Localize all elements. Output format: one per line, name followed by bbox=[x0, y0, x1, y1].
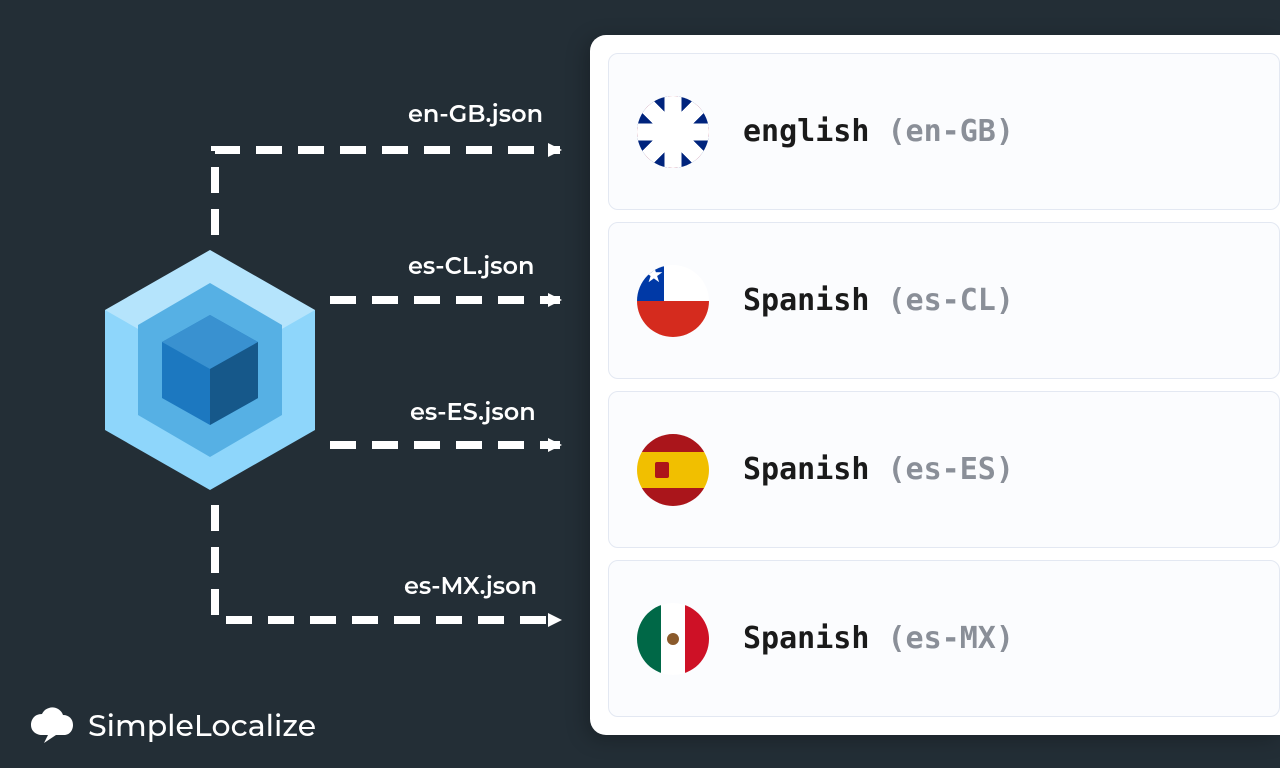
locale-label: english (en-GB) bbox=[743, 114, 1014, 149]
locale-code: (es-CL) bbox=[888, 283, 1014, 318]
brand: SimpleLocalize bbox=[30, 706, 316, 744]
flag-cl-icon bbox=[637, 265, 709, 337]
file-label-es-es: es-ES.json bbox=[410, 398, 536, 427]
locale-language: Spanish bbox=[743, 283, 869, 318]
locale-card-en-gb: english (en-GB) bbox=[608, 53, 1280, 210]
locale-language: english bbox=[743, 114, 869, 149]
locale-card-es-cl: Spanish (es-CL) bbox=[608, 222, 1280, 379]
locale-panel: english (en-GB) Spanish (es-CL) Spanish … bbox=[590, 35, 1280, 735]
cloud-chat-icon bbox=[30, 706, 74, 744]
locale-code: (es-MX) bbox=[888, 621, 1014, 656]
locale-code: (en-GB) bbox=[888, 114, 1014, 149]
arrow-es-mx bbox=[215, 505, 560, 620]
locale-language: Spanish bbox=[743, 621, 869, 656]
locale-label: Spanish (es-CL) bbox=[743, 283, 1014, 318]
locale-code: (es-ES) bbox=[888, 452, 1014, 487]
locale-card-es-es: Spanish (es-ES) bbox=[608, 391, 1280, 548]
locale-label: Spanish (es-MX) bbox=[743, 621, 1014, 656]
locale-label: Spanish (es-ES) bbox=[743, 452, 1014, 487]
file-label-en-gb: en-GB.json bbox=[408, 100, 543, 129]
file-label-es-cl: es-CL.json bbox=[408, 252, 534, 281]
brand-name: SimpleLocalize bbox=[88, 707, 316, 744]
webpack-cube-icon bbox=[100, 245, 320, 495]
file-label-es-mx: es-MX.json bbox=[404, 572, 537, 601]
locale-card-es-mx: Spanish (es-MX) bbox=[608, 560, 1280, 717]
flag-es-icon bbox=[637, 434, 709, 506]
arrow-en-gb bbox=[215, 150, 560, 235]
flag-mx-icon bbox=[637, 603, 709, 675]
flag-uk-icon bbox=[637, 96, 709, 168]
locale-language: Spanish bbox=[743, 452, 869, 487]
